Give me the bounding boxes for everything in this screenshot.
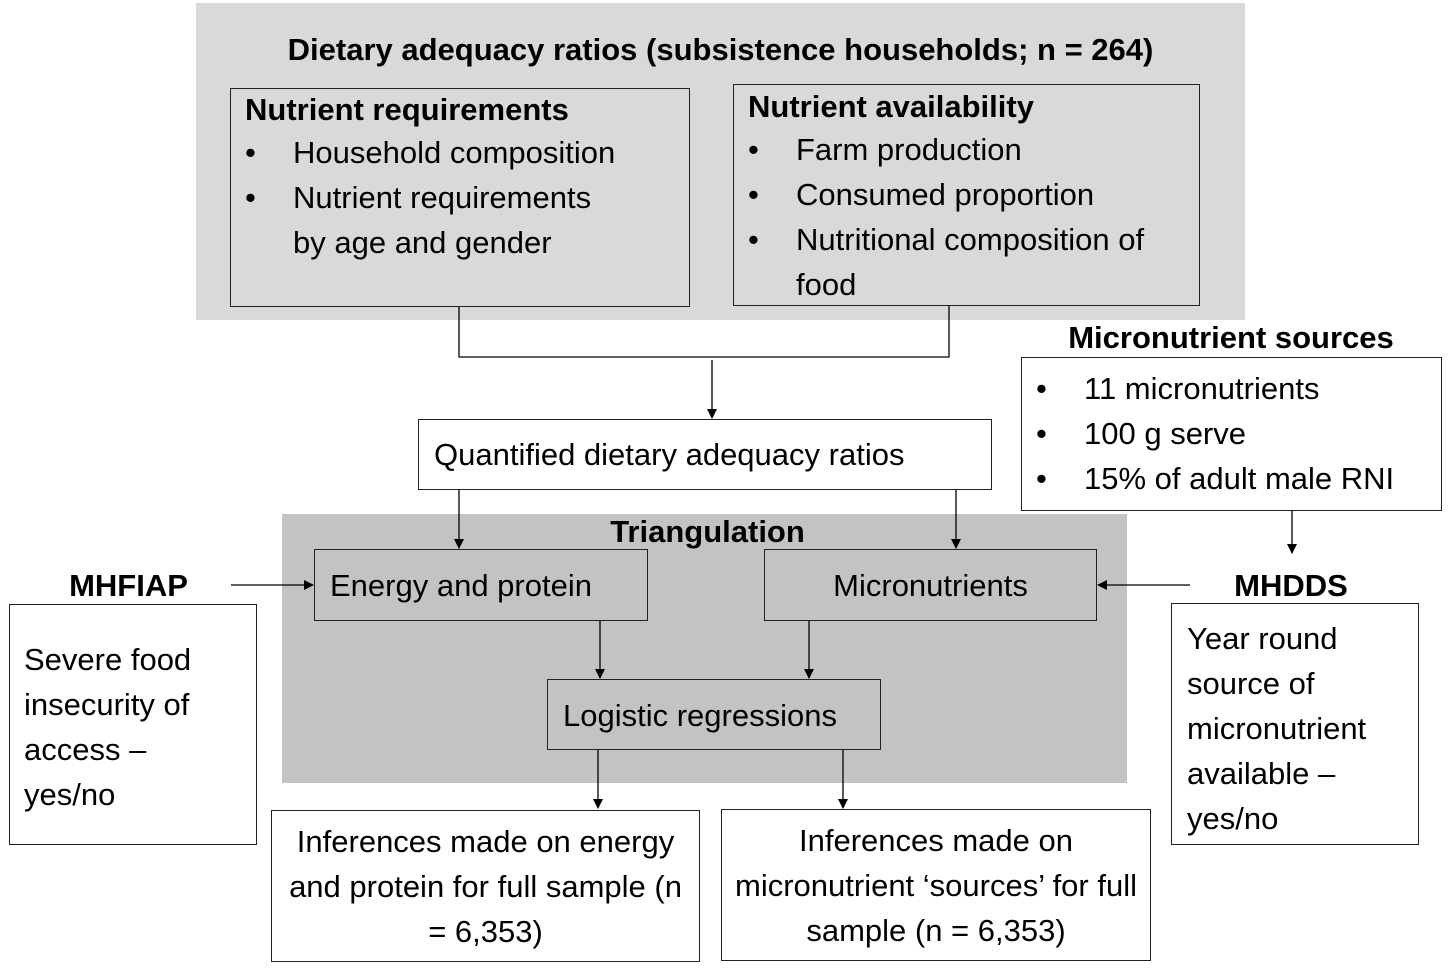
nutrient-availability-box: Nutrient availability Farm production Co… [733, 84, 1200, 306]
micronutrient-sources-box: 11 micronutrients 100 g serve 15% of adu… [1021, 357, 1442, 511]
inference-energy-protein-box: Inferences made on energy and protein fo… [271, 810, 700, 962]
list-item: 11 micronutrients [1022, 366, 1441, 411]
list-item: 100 g serve [1022, 411, 1441, 456]
micronutrients-box: Micronutrients [764, 549, 1097, 621]
list-item: Consumed proportion [734, 172, 1199, 217]
micronutrient-sources-heading: Micronutrient sources [1068, 320, 1394, 355]
energy-protein-box: Energy and protein [314, 549, 648, 621]
list-item: Nutritional composition of food [734, 217, 1166, 307]
quantified-ratios-box: Quantified dietary adequacy ratios [418, 419, 992, 490]
mhdds-heading: MHDDS [1234, 568, 1348, 603]
list-item: 15% of adult male RNI [1022, 456, 1441, 501]
dietary-adequacy-title: Dietary adequacy ratios (subsistence hou… [287, 32, 1154, 67]
mhdds-box: Year round source of micronutrient avail… [1171, 603, 1419, 845]
nutrient-requirements-heading: Nutrient requirements [245, 92, 569, 127]
logistic-regressions-box: Logistic regressions [547, 679, 881, 750]
nutrient-requirements-box: Nutrient requirements Household composit… [230, 88, 690, 307]
mhfiap-heading: MHFIAP [69, 568, 188, 603]
triangulation-title: Triangulation [610, 514, 805, 549]
mhfiap-box: Severe food insecurity of access – yes/n… [9, 604, 257, 845]
list-item: Nutrient requirements by age and gender [231, 175, 623, 265]
nutrient-availability-heading: Nutrient availability [748, 89, 1034, 124]
list-item: Farm production [734, 127, 1199, 172]
list-item: Household composition [231, 130, 689, 175]
inference-micronutrient-box: Inferences made on micronutrient ‘source… [721, 809, 1151, 961]
